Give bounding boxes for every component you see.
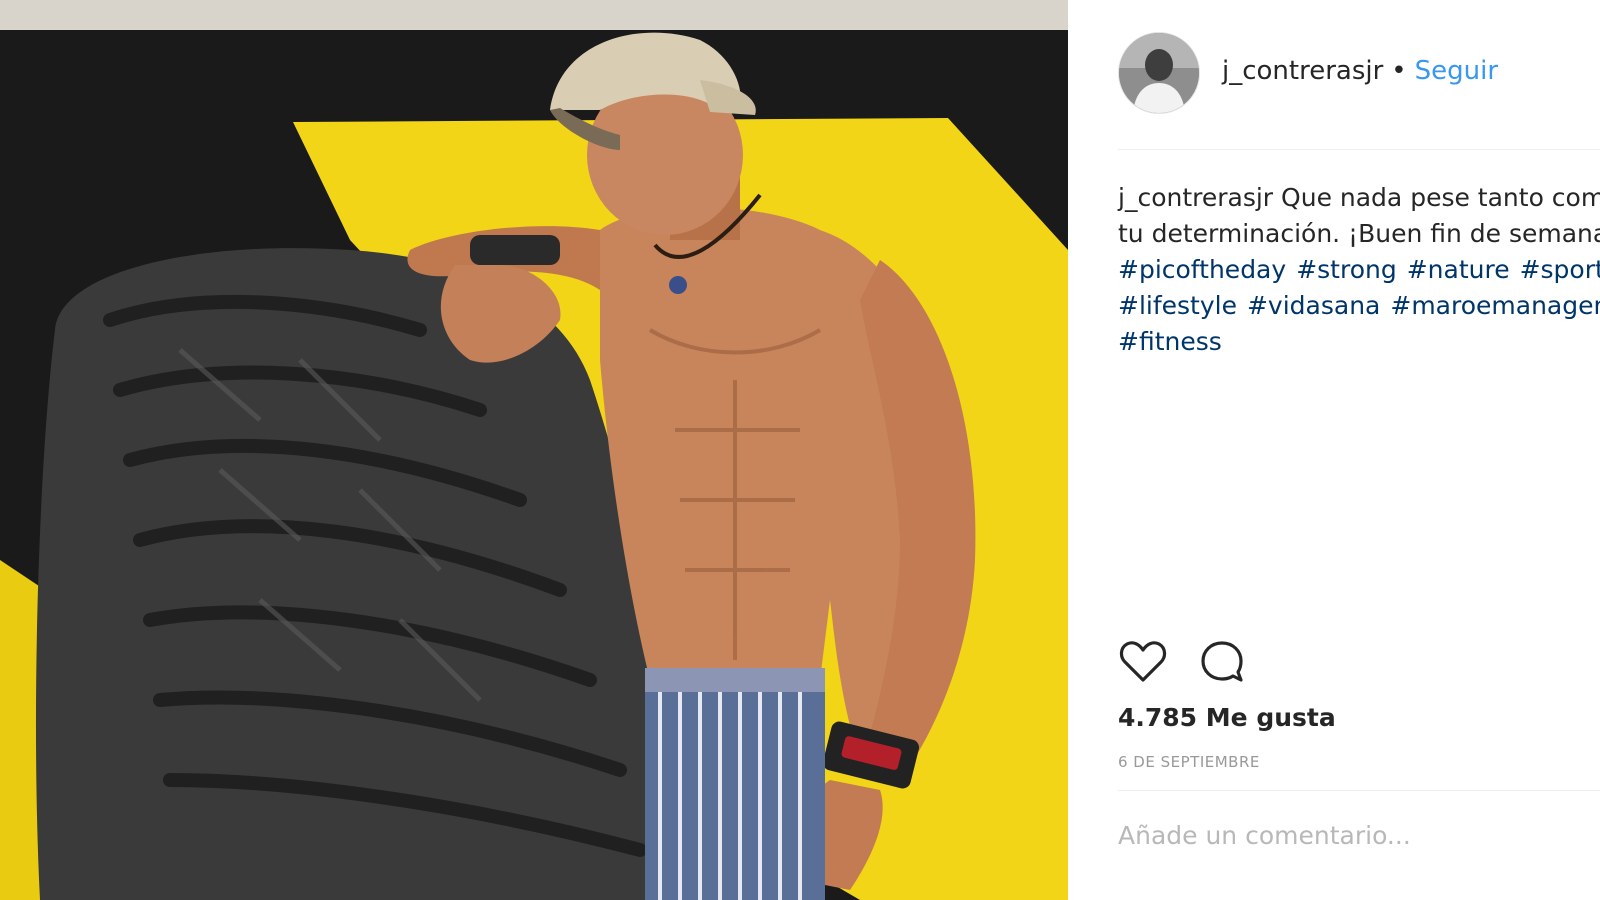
hashtag-link[interactable]: #fitness bbox=[1118, 327, 1222, 356]
header-user-line: j_contrerasjr • Seguir bbox=[1222, 56, 1498, 86]
heart-icon[interactable] bbox=[1118, 637, 1168, 687]
photo-illustration bbox=[0, 0, 1068, 900]
caption-line-2: tu determinación. ¡Buen fin de semana bbox=[1118, 219, 1600, 248]
post-actions bbox=[1118, 637, 1271, 687]
hashtag-line-3: #fitness bbox=[1118, 324, 1600, 360]
post-sidebar: j_contrerasjr • Seguir j_contrerasjr Que n… bbox=[1068, 0, 1600, 900]
comment-input[interactable] bbox=[1118, 810, 1588, 860]
caption-username[interactable]: j_contrerasjr bbox=[1118, 183, 1273, 212]
hashtag-link[interactable]: #picoftheday bbox=[1118, 255, 1286, 284]
avatar-photo-icon bbox=[1119, 33, 1199, 113]
hashtag-line-1: #picoftheday #strong #nature #sport bbox=[1118, 252, 1600, 288]
likes-count[interactable]: 4.785 Me gusta bbox=[1118, 703, 1336, 732]
hashtag-link[interactable]: #vidasana bbox=[1247, 291, 1380, 320]
post-date[interactable]: 6 DE SEPTIEMBRE bbox=[1118, 753, 1260, 771]
hashtag-line-2: #lifestyle #vidasana #maroemanagement bbox=[1118, 288, 1600, 324]
hashtag-link[interactable]: #strong bbox=[1296, 255, 1397, 284]
post-header: j_contrerasjr • Seguir bbox=[1068, 0, 1600, 150]
speech-bubble-icon[interactable] bbox=[1197, 637, 1247, 687]
hashtag-link[interactable]: #sport bbox=[1520, 255, 1600, 284]
caption-line-1: j_contrerasjr Que nada pese tanto como bbox=[1118, 180, 1600, 216]
username-link[interactable]: j_contrerasjr bbox=[1222, 56, 1383, 86]
header-divider bbox=[1118, 149, 1600, 150]
post-caption: j_contrerasjr Que nada pese tanto como t… bbox=[1118, 180, 1600, 360]
hashtag-link[interactable]: #lifestyle bbox=[1118, 291, 1237, 320]
header-separator: • bbox=[1391, 56, 1407, 86]
caption-text-1: Que nada pese tanto como bbox=[1281, 183, 1600, 212]
comment-divider bbox=[1118, 790, 1600, 791]
post-photo[interactable] bbox=[0, 0, 1068, 900]
follow-button[interactable]: Seguir bbox=[1415, 56, 1498, 86]
user-avatar[interactable] bbox=[1118, 32, 1200, 114]
hashtag-link[interactable]: #maroemanagement bbox=[1390, 291, 1600, 320]
hashtag-link[interactable]: #nature bbox=[1407, 255, 1510, 284]
